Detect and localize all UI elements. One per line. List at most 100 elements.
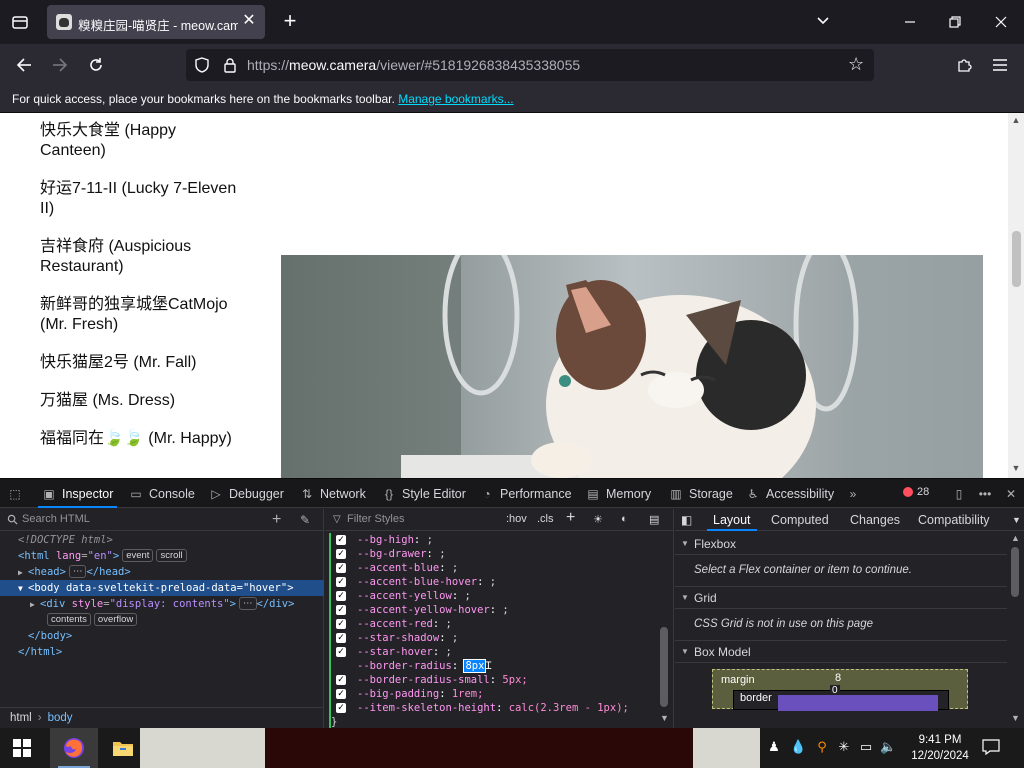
bookmark-star-icon[interactable]: ☆ <box>848 55 866 73</box>
property-value[interactable]: calc(2.3rem - 1px); <box>509 702 629 714</box>
tab-style-editor[interactable]: {} Style Editor <box>382 479 466 508</box>
tree-node-head[interactable]: ▶ <head> ⋯ </head> <box>0 564 324 580</box>
notification-center-button[interactable] <box>982 739 1000 756</box>
app-menu-button[interactable] <box>986 51 1014 79</box>
tab-layout[interactable]: Layout <box>707 513 756 531</box>
css-declaration[interactable]: ✓ --border-radius-small: 5px; <box>331 673 659 687</box>
tab-accessibility[interactable]: ♿ Accessibility <box>746 479 834 508</box>
ellipsis-badge[interactable]: ⋯ <box>68 565 87 578</box>
box-model-border[interactable]: border 0 <box>733 685 949 711</box>
list-item[interactable]: 万猫屋 (Ms. Dress) <box>40 391 240 411</box>
url-bar[interactable]: https://meow.camera/viewer/#518192683843… <box>186 49 874 81</box>
tree-node-body[interactable]: ▼ <body data-sveltekit-preload-data="hove… <box>0 580 324 596</box>
list-all-tabs-button[interactable] <box>815 12 835 32</box>
checkbox-checked-icon[interactable]: ✓ <box>336 647 346 657</box>
property-name[interactable]: --accent-blue <box>357 562 439 574</box>
back-button[interactable] <box>10 51 38 79</box>
tab-inspector[interactable]: ▣ Inspector <box>37 479 118 508</box>
property-value[interactable]: ; <box>427 534 433 546</box>
margin-value[interactable]: 8 <box>835 672 841 684</box>
minimize-button[interactable] <box>895 8 925 36</box>
checkbox-checked-icon[interactable]: ✓ <box>336 591 346 601</box>
css-declaration[interactable]: ✓ --item-skeleton-height: calc(2.3rem - 1… <box>331 701 659 715</box>
property-name[interactable]: --star-shadow <box>357 632 439 644</box>
filter-styles-input[interactable]: ▽ Filter Styles :hov .cls + ☀ ◐ ▤ <box>325 509 674 531</box>
list-item[interactable]: 吉祥食府 (Auspicious Restaurant) <box>40 237 240 277</box>
devtools-menu-button[interactable]: ••• <box>978 479 992 508</box>
css-declaration[interactable]: ✓ --big-padding: 1rem; <box>331 687 659 701</box>
tree-node-html[interactable]: <html lang="en"> event scroll <box>0 548 324 564</box>
property-value[interactable]: 1rem; <box>452 688 484 700</box>
breadcrumb-item[interactable]: html <box>10 712 32 724</box>
property-name[interactable]: --border-radius <box>357 660 452 672</box>
list-item[interactable]: 快乐猫屋2号 (Mr. Fall) <box>40 353 240 373</box>
add-node-icon[interactable]: + <box>272 511 281 529</box>
flexbox-section-header[interactable]: Flexbox <box>675 533 1007 555</box>
list-item[interactable]: 好运7-11-II (Lucky 7-Eleven II) <box>40 179 240 219</box>
property-name[interactable]: --border-radius-small <box>357 674 490 686</box>
light-theme-icon[interactable]: ☀ <box>593 513 603 526</box>
checkbox-checked-icon[interactable]: ✓ <box>336 619 346 629</box>
scroll-down-arrow-icon[interactable]: ▼ <box>1010 463 1022 475</box>
close-tab-icon[interactable]: ✕ <box>241 13 257 29</box>
page-scroll-thumb[interactable] <box>1012 231 1021 287</box>
checkbox-checked-icon[interactable]: ✓ <box>336 633 346 643</box>
chevron-down-icon[interactable]: ▼ <box>1012 515 1021 525</box>
checkbox-checked-icon[interactable]: ✓ <box>336 703 346 713</box>
css-declaration[interactable]: ✓ --bg-drawer: ; <box>331 547 659 561</box>
css-declaration[interactable]: ✓ --star-shadow: ; <box>331 631 659 645</box>
close-window-button[interactable] <box>986 8 1016 36</box>
contents-badge[interactable]: contents <box>47 613 91 626</box>
hover-state-button[interactable]: :hov <box>506 513 527 525</box>
property-value[interactable]: ; <box>446 618 452 630</box>
property-value[interactable]: ; <box>464 590 470 602</box>
checkbox-checked-icon[interactable]: ✓ <box>336 577 346 587</box>
list-item[interactable]: 快乐大食堂 (Happy Canteen) <box>40 121 240 161</box>
forward-button[interactable] <box>46 51 74 79</box>
tab-memory[interactable]: ▤ Memory <box>586 479 651 508</box>
tab-console[interactable]: ▭ Console <box>129 479 195 508</box>
more-tools-button[interactable]: » <box>846 479 860 508</box>
network-icon[interactable]: ▭ <box>858 739 874 755</box>
list-item[interactable]: 新鲜哥的独享城堡CatMojo (Mr. Fresh) <box>40 295 240 335</box>
snowflake-icon[interactable]: ✳ <box>836 739 852 755</box>
expand-triangle-icon[interactable]: ▶ <box>18 565 28 581</box>
ellipsis-badge[interactable]: ⋯ <box>239 597 257 610</box>
tree-node-html-close[interactable]: </html> <box>0 644 324 660</box>
property-value[interactable]: ; <box>446 646 452 658</box>
new-tab-button[interactable]: + <box>278 10 302 34</box>
scroll-down-arrow-icon[interactable]: ▼ <box>1011 713 1020 723</box>
tree-node-body-close[interactable]: </body> <box>0 628 324 644</box>
checkbox-checked-icon[interactable]: ✓ <box>336 535 346 545</box>
property-name[interactable]: --item-skeleton-height <box>357 702 496 714</box>
class-toggle-button[interactable]: .cls <box>537 513 554 525</box>
layout-scrollbar[interactable]: ▲ ▼ <box>1008 531 1022 727</box>
css-declaration[interactable]: ✓ --bg-high: ; <box>331 533 659 547</box>
toggle-sidebar-icon[interactable]: ◧ <box>681 513 692 527</box>
css-declaration[interactable]: ✓ --accent-blue-hover: ; <box>331 575 659 589</box>
property-name[interactable]: --star-hover <box>357 646 433 658</box>
property-name[interactable]: --accent-red <box>357 618 433 630</box>
expand-triangle-icon[interactable]: ▶ <box>30 597 40 613</box>
css-declaration[interactable]: ✓ --star-hover: ; <box>331 645 659 659</box>
restore-button[interactable] <box>940 8 970 36</box>
scroll-down-arrow-icon[interactable]: ▼ <box>660 713 669 723</box>
tree-node-div[interactable]: ▶ <div style="display: contents"> ⋯ </div> <box>0 596 324 612</box>
overflow-badge[interactable]: overflow <box>93 613 138 626</box>
checkbox-checked-icon[interactable]: ✓ <box>336 675 346 685</box>
box-model-section-header[interactable]: Box Model <box>675 641 1007 663</box>
clock[interactable]: 9:41 PM 12/20/2024 <box>910 732 970 764</box>
box-model-padding[interactable] <box>778 695 938 711</box>
lock-icon[interactable] <box>222 57 238 73</box>
property-value[interactable]: ; <box>490 576 496 588</box>
active-tab[interactable]: 糗糗庄园-喵贤庄 - meow.camera ✕ <box>47 5 265 39</box>
reload-button[interactable] <box>82 51 110 79</box>
css-declaration[interactable]: ✓ --accent-yellow: ; <box>331 589 659 603</box>
rules-scrollbar[interactable]: ▼ <box>657 531 671 727</box>
scroll-up-arrow-icon[interactable]: ▲ <box>1011 533 1020 543</box>
property-name[interactable]: --accent-yellow <box>357 590 452 602</box>
volume-muted-icon[interactable]: 🔈 <box>880 739 896 755</box>
camera-stream-video[interactable] <box>281 255 983 478</box>
scroll-badge[interactable]: scroll <box>156 549 187 562</box>
list-item[interactable]: 福福同在🍃🍃 (Mr. Happy) <box>40 429 240 449</box>
